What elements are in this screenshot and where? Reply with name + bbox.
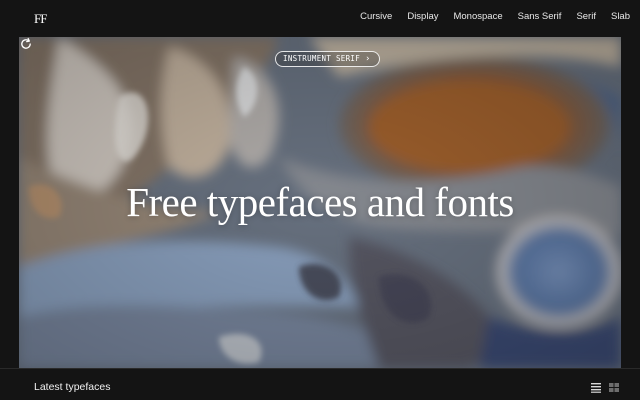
font-tag-button[interactable]: INSTRUMENT SERIF ›	[275, 51, 380, 67]
nav-item-display[interactable]: Display	[407, 11, 438, 22]
refresh-icon[interactable]	[19, 37, 33, 51]
chevron-right-icon: ›	[365, 54, 371, 64]
nav-item-cursive[interactable]: Cursive	[360, 11, 392, 22]
latest-section-header: Latest typefaces	[0, 368, 640, 400]
nav-item-monospace[interactable]: Monospace	[453, 11, 502, 22]
list-view-icon[interactable]	[590, 382, 602, 393]
hero-banner: INSTRUMENT SERIF › Free typefaces and fo…	[19, 37, 621, 368]
font-tag-label: INSTRUMENT SERIF	[283, 54, 361, 63]
top-navigation-bar: FF Cursive Display Monospace Sans Serif …	[0, 0, 640, 37]
site-logo[interactable]: FF	[34, 11, 48, 27]
nav-item-serif[interactable]: Serif	[576, 11, 596, 22]
hero-title: Free typefaces and fonts	[126, 179, 514, 225]
view-toggle	[590, 382, 620, 393]
nav-item-slab[interactable]: Slab	[611, 11, 630, 22]
category-nav: Cursive Display Monospace Sans Serif Ser…	[345, 11, 630, 22]
nav-item-sans-serif[interactable]: Sans Serif	[518, 11, 562, 22]
grid-view-icon[interactable]	[608, 382, 620, 393]
section-title: Latest typefaces	[34, 381, 111, 393]
